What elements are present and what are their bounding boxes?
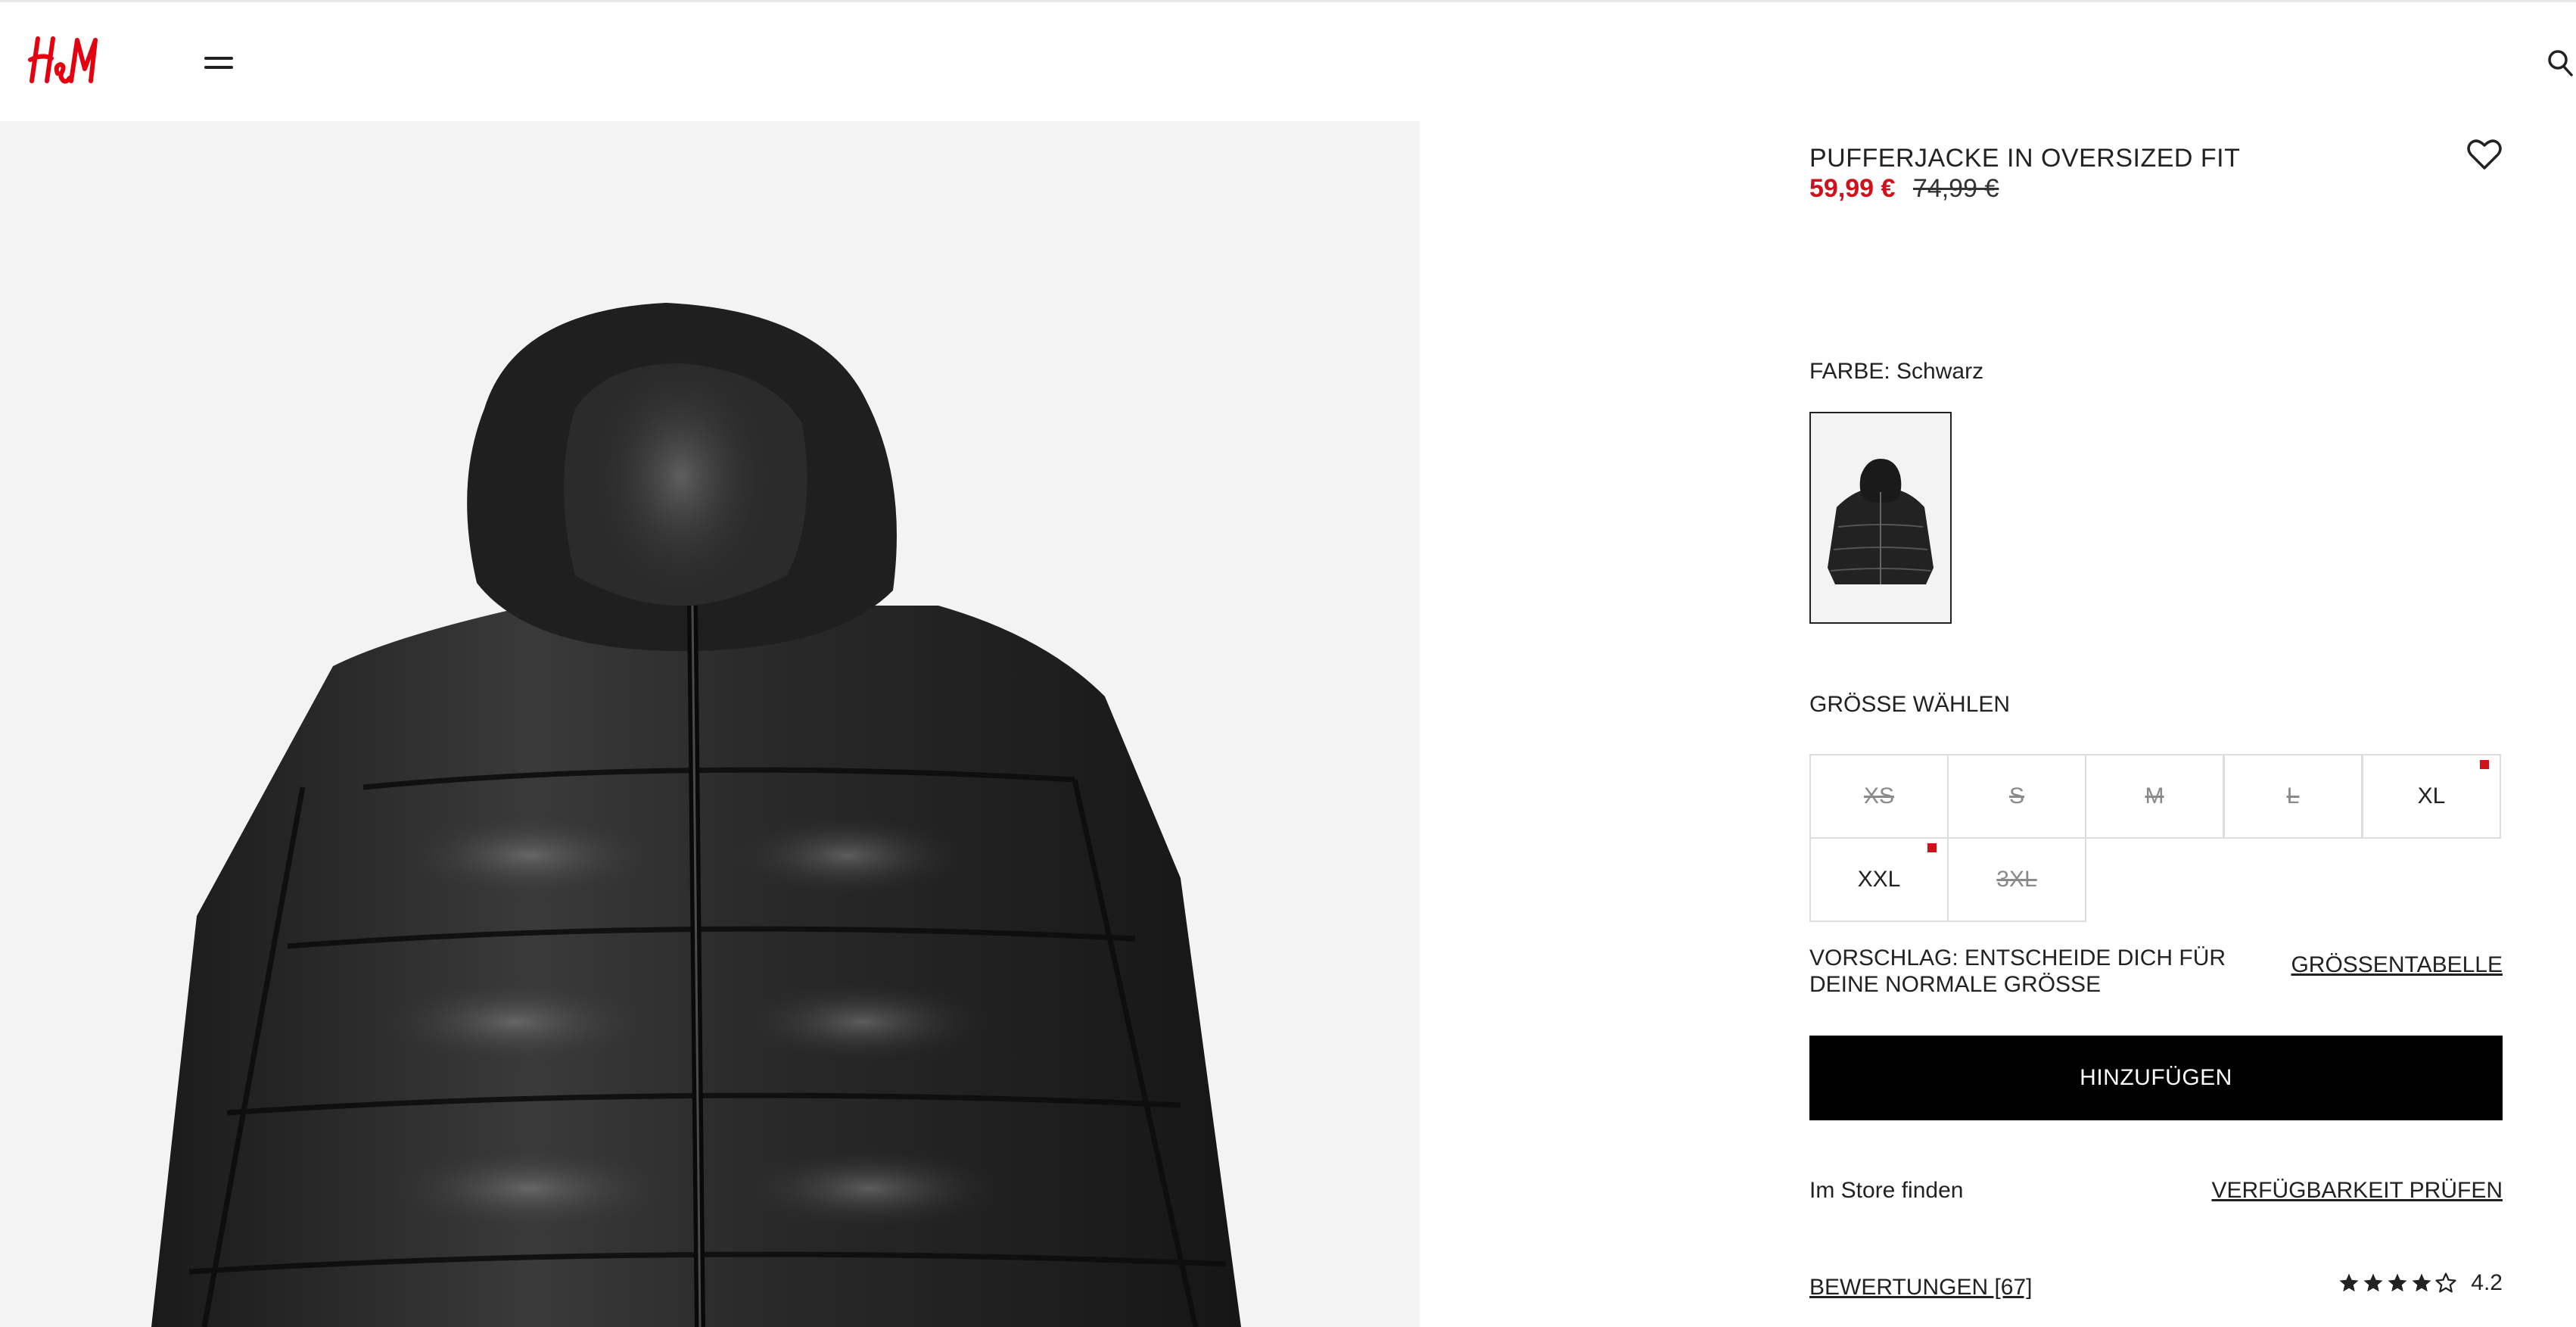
star-outline-icon <box>2435 1272 2456 1293</box>
color-swatch-schwarz[interactable] <box>1809 412 1952 624</box>
rating-summary: 4.2 <box>2338 1270 2503 1296</box>
price-row: 59,99 € 74,99 € <box>1809 174 1999 204</box>
low-stock-indicator <box>1927 843 1937 852</box>
add-to-cart-button[interactable]: HINZUFÜGEN <box>1809 1036 2503 1120</box>
rating-stars <box>2338 1272 2459 1294</box>
star-filled-icon <box>2339 1273 2359 1292</box>
size-option-label: S <box>2008 783 2024 808</box>
search-icon[interactable] <box>2546 46 2576 79</box>
size-option-label: L <box>2286 783 2300 808</box>
size-title: GRÖSSE WÄHLEN <box>1809 692 2011 717</box>
hm-logo[interactable] <box>27 31 107 92</box>
size-option-label: 3XL <box>1996 867 2037 892</box>
star-filled-icon <box>2412 1273 2431 1292</box>
check-availability-link[interactable]: VERFÜGBARKEIT PRÜFEN <box>2211 1178 2503 1204</box>
site-header <box>0 0 2576 121</box>
size-option-xs[interactable]: XS <box>1809 754 1949 839</box>
size-option-label: M <box>2145 783 2164 808</box>
sale-price: 59,99 € <box>1809 174 1896 203</box>
size-option-xxl[interactable]: XXL <box>1809 837 1949 922</box>
size-option-s[interactable]: S <box>1947 754 2086 839</box>
star-filled-icon <box>2363 1273 2383 1292</box>
find-in-store-label: Im Store finden <box>1809 1178 1964 1203</box>
size-option-label: XXL <box>1857 867 1901 892</box>
size-option-label: XL <box>2417 783 2446 808</box>
size-option-l[interactable]: L <box>2223 754 2363 839</box>
product-image[interactable] <box>0 121 1420 1327</box>
rating-value: 4.2 <box>2471 1270 2503 1295</box>
size-option-m[interactable]: M <box>2085 754 2224 839</box>
size-suggestion: VORSCHLAG: ENTSCHEIDE DICH FÜR DEINE NOR… <box>1809 945 2226 997</box>
size-option-label: XS <box>1863 783 1895 808</box>
color-label: FARBE: Schwarz <box>1809 359 1984 384</box>
product-details-panel: PUFFERJACKE IN OVERSIZED FIT 59,99 € 74,… <box>1809 121 2503 1327</box>
size-option-xl[interactable]: XL <box>2362 754 2501 839</box>
low-stock-indicator <box>2480 760 2489 769</box>
size-chart-link[interactable]: GRÖSSENTABELLE <box>2291 952 2503 978</box>
product-title: PUFFERJACKE IN OVERSIZED FIT <box>1809 144 2241 173</box>
star-filled-icon <box>2388 1273 2407 1292</box>
size-option-3xl[interactable]: 3XL <box>1947 837 2086 922</box>
hamburger-menu-icon[interactable] <box>204 52 236 73</box>
reviews-link[interactable]: BEWERTUNGEN [67] <box>1809 1275 2033 1301</box>
original-price: 74,99 € <box>1912 174 1999 203</box>
heart-outline-icon[interactable] <box>2466 138 2503 171</box>
